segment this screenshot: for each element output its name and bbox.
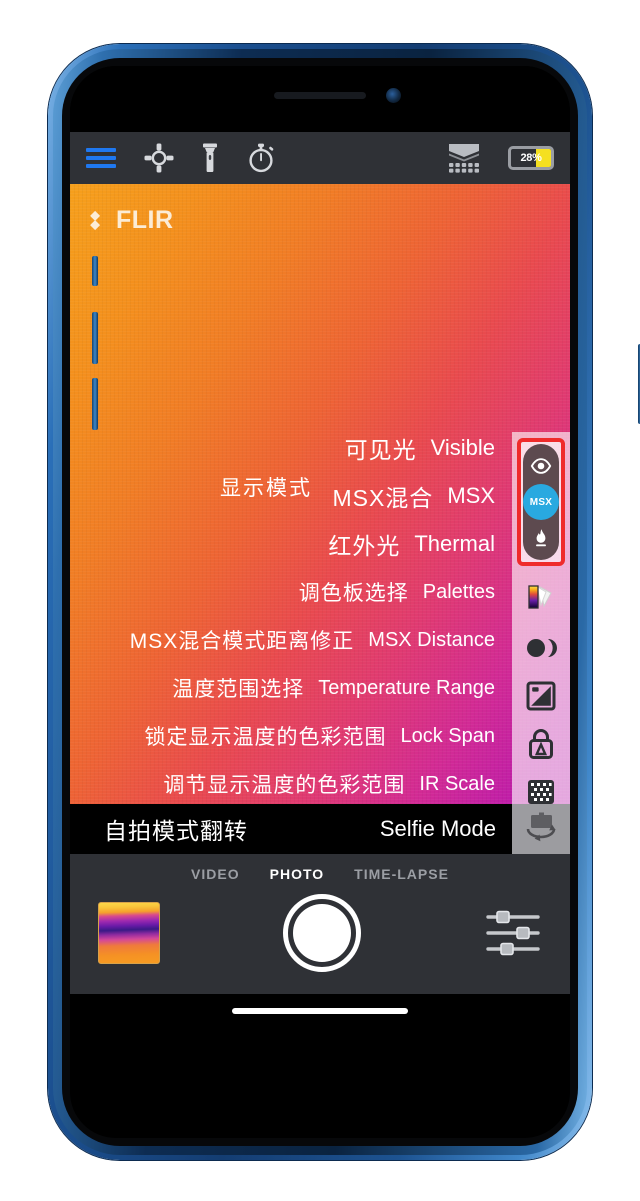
menu-label-en: IR Scale xyxy=(419,772,495,795)
front-camera-icon xyxy=(386,88,401,103)
menu-label-cn: 调色板选择 xyxy=(298,582,409,605)
tab-photo[interactable]: PHOTO xyxy=(270,866,325,882)
speaker-grille-icon xyxy=(274,92,366,99)
menu-row-thermal[interactable]: 红外光 Thermal xyxy=(70,520,570,568)
battery-percent-label: 28% xyxy=(520,152,542,164)
two-circles-overlap-icon xyxy=(527,639,557,657)
mode-button-thermal[interactable] xyxy=(523,520,559,556)
shutter-button[interactable] xyxy=(283,894,361,972)
flir-diamond-icon xyxy=(90,210,101,231)
last-photo-thumbnail[interactable] xyxy=(98,902,160,964)
lock-icon xyxy=(529,729,553,759)
battery-icon: 28% xyxy=(508,146,554,170)
menu-row-temperature-range[interactable]: 温度范围选择 Temperature Range xyxy=(70,664,570,712)
menu-label-cn: 可见光 xyxy=(344,437,417,463)
display-mode-highlight-box: MSX xyxy=(517,438,565,566)
menu-label-en: MSX xyxy=(447,483,495,508)
flip-camera-icon xyxy=(526,812,556,842)
menu-row-palettes[interactable]: 调色板选择 Palettes xyxy=(70,568,570,616)
menu-label-cn: 温度范围选择 xyxy=(172,678,305,701)
rail-button-lock-span[interactable] xyxy=(518,720,564,768)
settings-icon-rail: MSX xyxy=(512,432,570,824)
menu-label-cn: MSX混合模式距离修正 xyxy=(129,630,355,653)
contrast-square-icon xyxy=(526,681,556,711)
camera-controls: VIDEO PHOTO TIME-LAPSE xyxy=(70,854,570,994)
menu-label-cn: 锁定显示温度的色彩范围 xyxy=(144,726,387,749)
app-toolbar: 28% xyxy=(70,132,570,184)
display-mode-selector: MSX xyxy=(523,444,559,560)
selfie-icon-container[interactable] xyxy=(512,804,570,854)
home-indicator-area xyxy=(70,994,570,1040)
phone-device-frame: 28% FLIR 显示模式 可见光 Visible MSX混合 MSX 红外光 … xyxy=(48,44,640,1160)
eye-icon xyxy=(530,458,552,474)
rail-button-msx-distance[interactable] xyxy=(518,624,564,672)
menu-row-ir-scale[interactable]: 调节显示温度的色彩范围 IR Scale xyxy=(70,760,570,808)
selfie-mode-row[interactable]: 自拍模式翻转 Selfie Mode xyxy=(70,804,570,854)
home-indicator[interactable] xyxy=(232,1008,408,1014)
selfie-label-en: Selfie Mode xyxy=(379,816,496,841)
menu-label-cn: 红外光 xyxy=(328,533,401,559)
tab-video[interactable]: VIDEO xyxy=(191,866,240,882)
rail-button-palettes[interactable] xyxy=(518,576,564,624)
screenshot-stage: 28% FLIR 显示模式 可见光 Visible MSX混合 MSX 红外光 … xyxy=(0,0,640,1201)
stopwatch-timer-icon[interactable] xyxy=(246,143,276,173)
menu-label-en: MSX Distance xyxy=(368,628,495,651)
menu-row-lock-span[interactable]: 锁定显示温度的色彩范围 Lock Span xyxy=(70,712,570,760)
menu-label-en: Palettes xyxy=(422,580,495,603)
flir-watermark: FLIR xyxy=(88,206,174,235)
hamburger-menu-icon[interactable] xyxy=(86,148,116,168)
menu-label-en: Visible xyxy=(430,435,495,460)
flashlight-icon[interactable] xyxy=(202,143,218,173)
spot-meter-crosshair-icon[interactable] xyxy=(144,143,174,173)
menu-row-msx-distance[interactable]: MSX混合模式距离修正 MSX Distance xyxy=(70,616,570,664)
mode-button-msx[interactable]: MSX xyxy=(523,484,559,520)
sliders-settings-icon[interactable] xyxy=(484,907,542,959)
menu-row-visible[interactable]: 可见光 Visible xyxy=(70,424,570,472)
earpiece-area xyxy=(70,66,570,132)
flame-icon xyxy=(536,529,546,547)
menu-label-en: Temperature Range xyxy=(318,676,495,699)
mode-button-visible[interactable] xyxy=(523,448,559,484)
menu-label-en: Lock Span xyxy=(400,724,495,747)
menu-annotation-list: 可见光 Visible MSX混合 MSX 红外光 Thermal 调色板选择 … xyxy=(70,424,570,808)
volume-up-button[interactable] xyxy=(92,312,98,364)
rail-button-temperature-range[interactable] xyxy=(518,672,564,720)
phone-screen: 28% FLIR 显示模式 可见光 Visible MSX混合 MSX 红外光 … xyxy=(70,66,570,1138)
ir-scale-grid-icon xyxy=(528,780,554,804)
selfie-label-cn: 自拍模式翻转 xyxy=(104,818,248,844)
mute-switch[interactable] xyxy=(92,256,98,286)
thermal-viewfinder[interactable]: FLIR 显示模式 可见光 Visible MSX混合 MSX 红外光 Ther… xyxy=(70,184,570,854)
menu-label-en: Thermal xyxy=(414,531,495,556)
capture-mode-tabs: VIDEO PHOTO TIME-LAPSE xyxy=(70,854,570,882)
menu-row-msx[interactable]: MSX混合 MSX xyxy=(70,472,570,520)
volume-down-button[interactable] xyxy=(92,378,98,430)
palette-swatch-icon xyxy=(528,585,552,609)
layers-stack-icon[interactable] xyxy=(446,142,482,174)
tab-time-lapse[interactable]: TIME-LAPSE xyxy=(354,866,449,882)
menu-label-cn: 调节显示温度的色彩范围 xyxy=(163,774,406,797)
flir-wordmark: FLIR xyxy=(116,206,174,234)
menu-label-cn: MSX混合 xyxy=(332,485,434,511)
shutter-inner xyxy=(293,904,351,962)
mode-button-msx-label: MSX xyxy=(529,496,553,508)
